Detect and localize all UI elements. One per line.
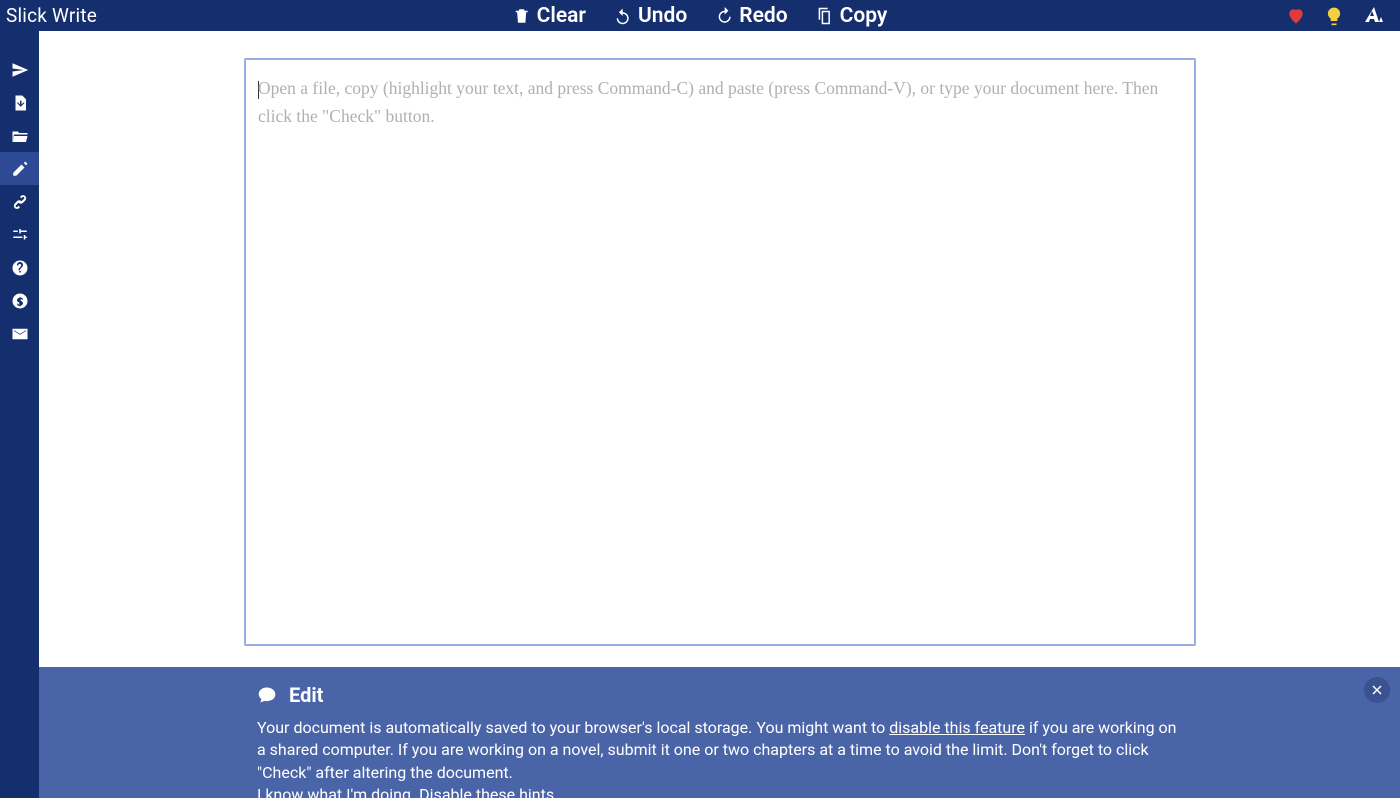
copy-icon [816, 7, 834, 25]
toolbar: Clear Undo Redo Copy [513, 0, 888, 31]
redo-button[interactable]: Redo [715, 4, 787, 28]
file-download-icon [11, 94, 29, 112]
clear-label: Clear [537, 4, 586, 28]
undo-icon [614, 7, 632, 25]
comment-icon [257, 685, 277, 705]
folder-open-icon [11, 127, 29, 145]
lightbulb-icon[interactable] [1324, 6, 1344, 26]
sidebar-item-edit[interactable] [0, 152, 39, 185]
trash-icon [513, 7, 531, 25]
hint-body: Your document is automatically saved to … [257, 717, 1180, 807]
sidebar-item-download[interactable] [0, 86, 39, 119]
hint-title-row: Edit [257, 683, 1180, 707]
pencil-icon [11, 160, 29, 178]
editor[interactable]: Open a file, copy (highlight your text, … [244, 58, 1196, 646]
copy-label: Copy [840, 4, 888, 28]
dollar-icon [11, 292, 29, 310]
sidebar-item-link[interactable] [0, 185, 39, 218]
sidebar [0, 31, 39, 798]
hint-panel: Edit Your document is automatically save… [39, 667, 1400, 798]
top-right-icons [1286, 0, 1386, 31]
undo-label: Undo [638, 4, 687, 28]
brand-title: Slick Write [0, 4, 97, 27]
redo-icon [715, 7, 733, 25]
sidebar-item-check[interactable] [0, 53, 39, 86]
hint-text-1: Your document is automatically saved to … [257, 718, 889, 737]
sidebar-item-open[interactable] [0, 119, 39, 152]
disable-feature-link[interactable]: disable this feature [889, 718, 1025, 737]
hint-close-button[interactable] [1364, 677, 1390, 703]
close-icon [1371, 684, 1383, 696]
envelope-icon [11, 325, 29, 343]
top-bar: Slick Write Clear Undo Redo Copy [0, 0, 1400, 31]
sidebar-item-settings[interactable] [0, 218, 39, 251]
redo-label: Redo [739, 4, 787, 28]
font-size-icon[interactable] [1362, 4, 1386, 28]
paper-plane-icon [11, 61, 29, 79]
editor-placeholder: Open a file, copy (highlight your text, … [258, 78, 1158, 126]
sidebar-item-pricing[interactable] [0, 284, 39, 317]
question-icon [11, 259, 29, 277]
heart-icon[interactable] [1286, 6, 1306, 26]
copy-button[interactable]: Copy [816, 4, 888, 28]
sliders-icon [11, 226, 29, 244]
link-icon [11, 193, 29, 211]
sidebar-item-help[interactable] [0, 251, 39, 284]
disable-hints-link[interactable]: I know what I'm doing. Disable these hin… [257, 785, 558, 804]
hint-title: Edit [289, 683, 323, 707]
sidebar-item-contact[interactable] [0, 317, 39, 350]
clear-button[interactable]: Clear [513, 4, 586, 28]
undo-button[interactable]: Undo [614, 4, 687, 28]
